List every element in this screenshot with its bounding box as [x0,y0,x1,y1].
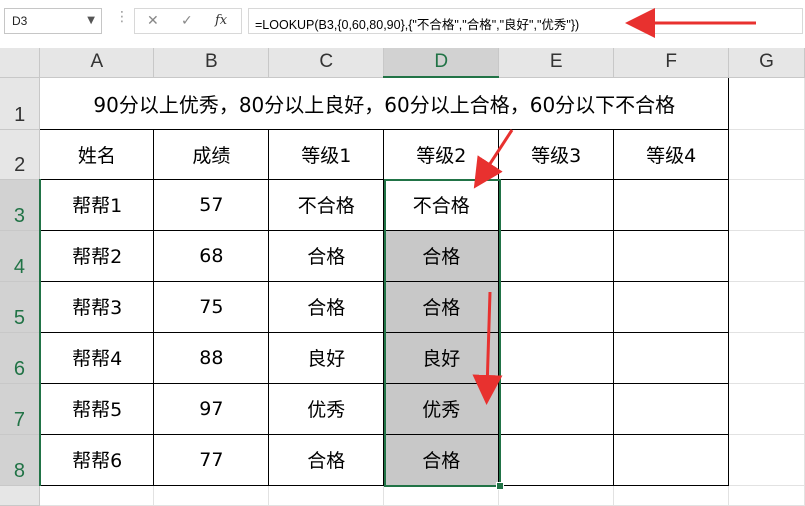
cell[interactable] [728,179,805,231]
row-header[interactable]: 4 [0,230,41,282]
select-all-corner[interactable] [0,48,41,78]
table-row: 3 帮帮1 57 不合格 不合格 [0,178,805,231]
header-cell[interactable]: 成绩 [153,128,270,180]
cell[interactable] [153,485,270,506]
cell[interactable]: 97 [153,382,270,435]
cell[interactable] [498,485,615,506]
header-cell[interactable]: 等级2 [383,128,500,180]
table-row: 8 帮帮6 77 合格 合格 [0,433,805,486]
cell[interactable]: 合格 [268,433,385,486]
cell[interactable]: 合格 [268,280,385,333]
header-cell[interactable]: 等级4 [613,128,730,180]
cell[interactable] [498,229,615,282]
cell[interactable] [728,383,805,435]
table-row: 1 90分以上优秀，80分以上良好，60分以上合格，60分以下不合格 [0,76,805,130]
cell[interactable]: 不合格 [268,178,385,231]
cell[interactable] [498,433,615,486]
cell[interactable]: 合格 [268,229,385,282]
fill-handle[interactable] [496,482,504,490]
table-row: 7 帮帮5 97 优秀 优秀 [0,382,805,435]
table-row: 4 帮帮2 68 合格 合格 [0,229,805,282]
cell[interactable] [498,382,615,435]
insert-function-icon[interactable]: fx [215,13,227,28]
cell[interactable] [613,280,730,333]
enter-icon[interactable]: ✓ [181,13,193,29]
cell[interactable] [728,281,805,333]
column-header[interactable]: B [153,48,270,78]
sheet-table: A B C D E F G 1 90分以上优秀，80分以上良好，60分以上合格，… [0,48,805,506]
cell[interactable]: 良好 [268,331,385,384]
table-row: 6 帮帮4 88 良好 良好 [0,331,805,384]
cell[interactable]: 75 [153,280,270,333]
cell[interactable] [498,280,615,333]
cell[interactable] [383,485,500,506]
cell[interactable] [613,485,730,506]
row-header[interactable]: 1 [0,77,41,130]
row-header[interactable]: 2 [0,129,41,180]
row-header[interactable]: 3 [0,179,41,231]
formula-bar: D3 ▼ ⋮ ✕ ✓ fx =LOOKUP(B3,{0,60,80,90},{"… [0,0,805,48]
row-header[interactable] [0,485,41,506]
cell[interactable] [728,230,805,282]
cell[interactable] [728,77,805,130]
table-row: 2 姓名 成绩 等级1 等级2 等级3 等级4 [0,128,805,180]
cell[interactable]: 帮帮2 [39,229,155,282]
formula-input[interactable]: =LOOKUP(B3,{0,60,80,90},{"不合格","合格","良好"… [248,8,803,34]
cell[interactable] [498,178,615,231]
cell[interactable] [268,485,385,506]
cell[interactable] [613,178,730,231]
selected-cell[interactable]: 合格 [383,280,500,333]
cell[interactable] [728,485,805,506]
name-box[interactable]: D3 ▼ [4,8,102,34]
title-cell[interactable]: 90分以上优秀，80分以上良好，60分以上合格，60分以下不合格 [39,76,730,130]
cell[interactable]: 68 [153,229,270,282]
header-cell[interactable]: 等级3 [498,128,615,180]
cell[interactable] [613,331,730,384]
column-header[interactable]: D [383,48,500,78]
cell[interactable]: 帮帮3 [39,280,155,333]
column-header-row: A B C D E F G [0,48,805,78]
cell[interactable]: 57 [153,178,270,231]
row-header[interactable]: 5 [0,281,41,333]
row-header[interactable]: 7 [0,383,41,435]
cell[interactable]: 帮帮1 [39,178,155,231]
selected-cell[interactable]: 良好 [383,331,500,384]
cell[interactable]: 优秀 [268,382,385,435]
row-header[interactable]: 8 [0,434,41,486]
cell[interactable] [728,332,805,384]
selected-cell[interactable]: 优秀 [383,382,500,435]
header-cell[interactable]: 等级1 [268,128,385,180]
cell[interactable]: 77 [153,433,270,486]
selected-cell[interactable]: 合格 [383,433,500,486]
spreadsheet-grid: A B C D E F G 1 90分以上优秀，80分以上良好，60分以上合格，… [0,48,805,506]
cell[interactable] [613,229,730,282]
cell[interactable] [613,382,730,435]
column-header[interactable]: F [613,48,730,78]
cell[interactable] [39,485,155,506]
formula-text: =LOOKUP(B3,{0,60,80,90},{"不合格","合格","良好"… [255,18,580,32]
column-header[interactable]: G [728,48,805,78]
table-row [0,485,805,506]
column-header[interactable]: A [39,48,155,78]
row-header[interactable]: 6 [0,332,41,384]
table-row: 5 帮帮3 75 合格 合格 [0,280,805,333]
cancel-icon[interactable]: ✕ [147,13,159,29]
cell[interactable] [498,331,615,384]
cell[interactable] [613,433,730,486]
cell[interactable]: 88 [153,331,270,384]
cell[interactable]: 帮帮5 [39,382,155,435]
cell[interactable] [728,434,805,486]
cell[interactable]: 帮帮6 [39,433,155,486]
name-box-value: D3 [12,14,28,28]
header-cell[interactable]: 姓名 [39,128,155,180]
selected-cell[interactable]: 合格 [383,229,500,282]
drag-handle-icon[interactable]: ⋮ [115,9,129,25]
cell[interactable]: 帮帮4 [39,331,155,384]
formula-buttons: ✕ ✓ fx [134,8,242,34]
cell[interactable] [728,129,805,180]
active-cell[interactable]: 不合格 [383,178,500,231]
chevron-down-icon[interactable]: ▼ [87,15,95,26]
column-header[interactable]: E [498,48,615,78]
column-header[interactable]: C [268,48,385,78]
